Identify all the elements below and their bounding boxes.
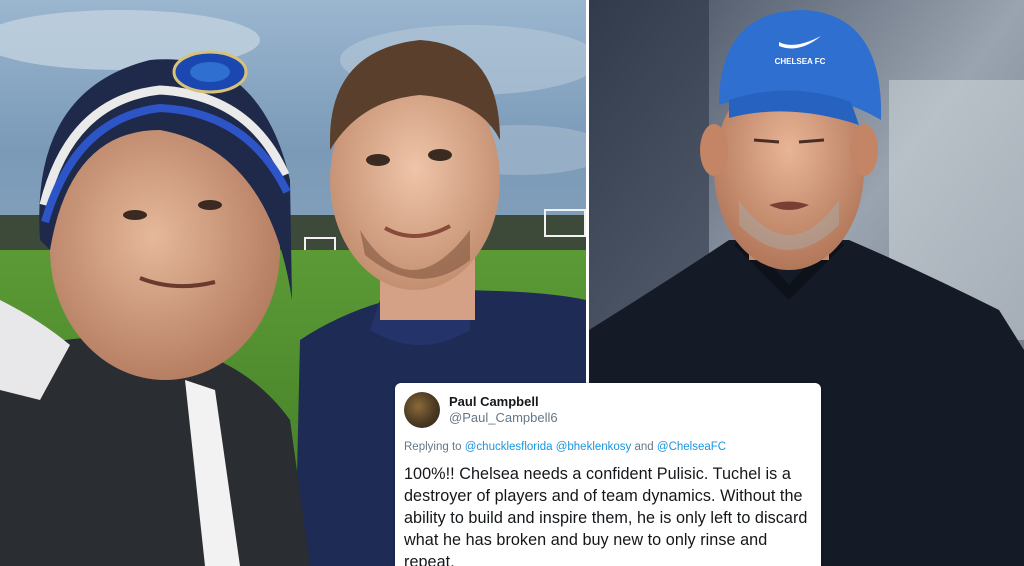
mention-link[interactable]: @chucklesflorida [465, 441, 553, 453]
tweet-text: 100%!! Chelsea needs a confident Pulisic… [404, 465, 808, 566]
tweet-header: Paul Campbell @Paul_Campbell6 [404, 391, 811, 429]
author-name[interactable]: Paul Campbell [449, 394, 558, 410]
cap-text: CHELSEA FC [775, 57, 826, 66]
and-word: and [634, 441, 654, 453]
replying-to-label: Replying to [404, 441, 462, 453]
mention-link[interactable]: @ChelseaFC [657, 441, 726, 453]
tweet-author: Paul Campbell @Paul_Campbell6 [449, 394, 558, 426]
tweet-card: Paul Campbell @Paul_Campbell6 Replying t… [395, 383, 821, 566]
author-handle[interactable]: @Paul_Campbell6 [449, 410, 558, 426]
avatar[interactable] [404, 392, 440, 428]
mention-link[interactable]: @bheklenkosy [556, 441, 632, 453]
replying-to-line: Replying to @chucklesflorida @bheklenkos… [404, 441, 811, 453]
